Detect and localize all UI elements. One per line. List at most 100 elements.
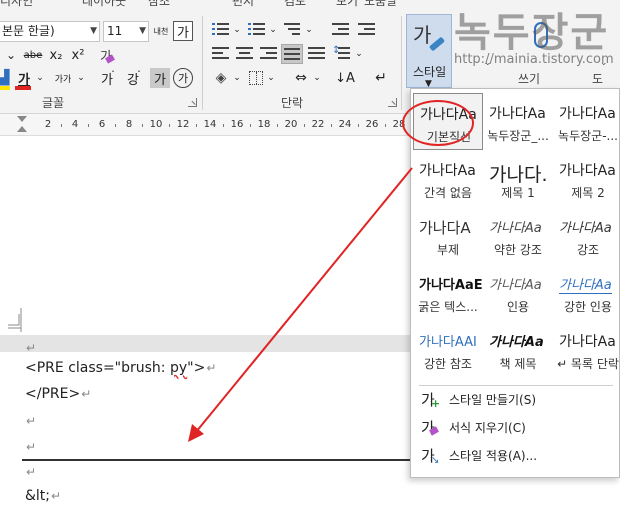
- subscript-button[interactable]: x₂: [46, 46, 66, 64]
- phonetic-guide-button[interactable]: 가ˆ: [96, 68, 118, 88]
- styles-button-label: 스타일: [413, 65, 447, 79]
- grow-font-button[interactable]: 내천: [150, 20, 172, 42]
- empty-line[interactable]: ↵: [25, 464, 36, 480]
- chevron-down-icon[interactable]: ⌄: [232, 22, 242, 38]
- style-tile[interactable]: 가나다Aa 책 제목: [483, 321, 553, 378]
- align-center-button[interactable]: [234, 44, 256, 64]
- hangul-box-button[interactable]: 가: [173, 21, 193, 41]
- font-size-combo[interactable]: 11 ▼: [103, 21, 149, 42]
- sort-button[interactable]: ↓A: [334, 68, 356, 88]
- chevron-down-icon[interactable]: ⌄: [304, 22, 314, 38]
- page-break-gap: [0, 335, 410, 352]
- ruler-tick: [88, 124, 89, 127]
- tab-mailings[interactable]: 편지: [232, 0, 254, 9]
- underline-chevron-icon[interactable]: ⌄: [2, 46, 20, 64]
- align-left-button[interactable]: [210, 44, 232, 64]
- style-tile[interactable]: 가나다Aa 약한 강조: [483, 207, 553, 264]
- text-effect-button[interactable]: 가: [95, 45, 117, 65]
- tab-design[interactable]: 디자인: [0, 0, 33, 9]
- superscript-button[interactable]: x²: [68, 46, 88, 64]
- style-tile[interactable]: 가나다AaE 굵은 텍스...: [413, 264, 483, 321]
- style-tile[interactable]: 가나다Aa 인용: [483, 264, 553, 321]
- bullets-button[interactable]: [210, 20, 232, 40]
- style-tile[interactable]: 가나다A 부제: [413, 207, 483, 264]
- style-name: 인용: [506, 300, 530, 314]
- style-tile[interactable]: 가나다Aa 녹두장군_...: [483, 93, 553, 150]
- font-color-button[interactable]: 가: [14, 68, 34, 88]
- paragraph-dialog-launcher-icon[interactable]: [388, 98, 397, 107]
- numbering-button[interactable]: [246, 20, 268, 40]
- char-spacing-button[interactable]: 가가: [50, 68, 76, 88]
- code-line-2[interactable]: </PRE>↵: [25, 386, 91, 402]
- shading-button[interactable]: ◈: [210, 68, 232, 88]
- ruler-number: 16: [230, 119, 244, 130]
- code-line-1[interactable]: <PRE class="brush: py">↵: [25, 360, 216, 376]
- show-marks-button[interactable]: ↵: [370, 68, 392, 88]
- chevron-down-icon[interactable]: ⌄: [266, 70, 276, 86]
- chevron-down-icon[interactable]: ⌄: [268, 22, 278, 38]
- strikethrough-button[interactable]: abe: [20, 46, 46, 64]
- style-sample: 가나다AaE: [419, 278, 483, 293]
- page-corner-mark-icon: [8, 308, 22, 329]
- style-sample: 가나다Aa: [559, 274, 612, 294]
- document-canvas[interactable]: [0, 136, 410, 506]
- style-tile[interactable]: 가나다Aa 강한 인용: [553, 264, 620, 321]
- highlight-color-bar: [0, 86, 10, 90]
- ruler-tick: [115, 124, 116, 127]
- style-tile[interactable]: 가나다Aa 강조: [553, 207, 620, 264]
- tab-layout[interactable]: 레이아웃: [82, 0, 126, 9]
- style-tile[interactable]: 가나다Aa ↵ 목록 단락: [553, 321, 620, 378]
- ruler-tick: [142, 124, 143, 127]
- borders-button[interactable]: [246, 68, 266, 88]
- create-style-menu-item[interactable]: 가 + 스타일 만들기(S): [421, 387, 611, 411]
- emphasis-button[interactable]: 강ˇ: [122, 68, 144, 88]
- highlight-button[interactable]: ▟: [0, 68, 12, 88]
- tab-review[interactable]: 검토: [284, 0, 306, 9]
- multilevel-list-button[interactable]: [282, 20, 304, 40]
- asian-layout-button[interactable]: ⇔: [290, 68, 312, 88]
- tab-view[interactable]: 보기: [336, 0, 358, 9]
- style-tile[interactable]: 가나다AAI 강한 참조: [413, 321, 483, 378]
- align-center-icon: [236, 47, 253, 60]
- create-style-icon: 가 +: [421, 391, 441, 410]
- char-shading-button[interactable]: 가: [150, 68, 170, 88]
- ruler-tick: [250, 124, 251, 127]
- decrease-indent-button[interactable]: [330, 20, 352, 40]
- font-dialog-launcher-icon[interactable]: [188, 98, 197, 107]
- empty-line[interactable]: ↵: [25, 413, 36, 429]
- ruler-tick: [196, 124, 197, 127]
- apply-style-menu-item[interactable]: 가 ↘ 스타일 적용(A)...: [421, 443, 611, 467]
- align-left-icon: [212, 47, 229, 60]
- empty-line[interactable]: ↵: [25, 439, 36, 455]
- style-tile[interactable]: 가나다Aa 녹두장군-...: [553, 93, 620, 150]
- tab-help[interactable]: 도움말: [364, 0, 397, 9]
- distribute-button[interactable]: [306, 44, 328, 64]
- chevron-down-icon[interactable]: ⌄: [76, 70, 86, 86]
- tab-references[interactable]: 참조: [148, 0, 170, 9]
- gallery-divider: [419, 385, 613, 386]
- enclose-char-button[interactable]: 가: [173, 68, 193, 88]
- chevron-down-icon[interactable]: ⌄: [354, 46, 364, 62]
- horizontal-ruler[interactable]: 2 4 6 8 10 12 14 16 18 20 22 24 26 28: [0, 114, 413, 136]
- chevron-down-icon[interactable]: ⌄: [232, 70, 242, 86]
- clear-format-menu-item[interactable]: 가 서식 지우기(C): [421, 415, 611, 439]
- style-tile[interactable]: 가나다Aa 제목 2: [553, 150, 620, 207]
- line-spacing-icon: [338, 47, 355, 60]
- styles-button[interactable]: 가 스타일 ▼: [406, 14, 452, 89]
- indent-marker-icon[interactable]: [16, 116, 28, 134]
- increase-indent-button[interactable]: [356, 20, 378, 40]
- align-right-button[interactable]: [258, 44, 280, 64]
- justify-button[interactable]: [281, 44, 303, 64]
- code-line-lt[interactable]: &lt;↵: [25, 488, 61, 504]
- paragraph-group-label: 단락: [281, 96, 304, 110]
- chevron-down-icon[interactable]: ⌄: [35, 70, 45, 86]
- style-tile[interactable]: 가나다. 제목 1: [483, 150, 553, 207]
- paragraph-mark-line[interactable]: ↵: [25, 340, 36, 356]
- borders-icon: [249, 71, 263, 85]
- font-name-combo[interactable]: 본문 한글) ▼: [0, 21, 100, 42]
- spelling-error[interactable]: py: [170, 360, 187, 376]
- style-tile[interactable]: 가나다Aa 간격 없음: [413, 150, 483, 207]
- ruler-number: 26: [365, 119, 379, 130]
- chevron-down-icon[interactable]: ⌄: [312, 70, 322, 86]
- line-spacing-button[interactable]: ↕: [332, 44, 354, 64]
